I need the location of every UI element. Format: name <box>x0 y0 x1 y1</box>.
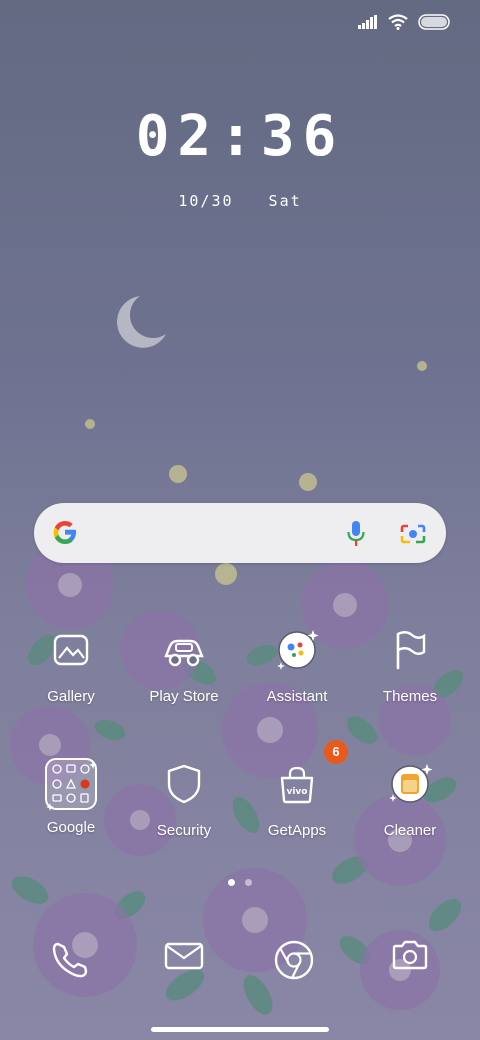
app-cleaner[interactable]: Cleaner <box>355 760 465 839</box>
google-folder-icon <box>45 758 97 811</box>
status-bar <box>358 14 450 30</box>
google-search-bar[interactable] <box>34 503 446 563</box>
mic-icon[interactable] <box>346 520 366 548</box>
lens-icon[interactable] <box>400 522 426 546</box>
app-play-store[interactable]: Play Store <box>129 626 239 705</box>
date-label: 10/30 <box>178 192 234 210</box>
dock-messages[interactable] <box>154 926 214 986</box>
clock-time[interactable]: 02:36 <box>0 104 480 169</box>
chrome-icon <box>274 940 314 980</box>
app-label: Google <box>46 819 96 836</box>
app-label: Assistant <box>266 688 328 705</box>
app-gallery[interactable]: Gallery <box>16 626 126 705</box>
security-icon <box>167 764 201 804</box>
clock-date: 10/30 Sat <box>0 192 480 210</box>
dock-browser[interactable] <box>264 930 324 990</box>
app-label: Cleaner <box>383 822 437 839</box>
app-assistant[interactable]: Assistant <box>242 626 352 705</box>
moon-decoration <box>117 296 166 348</box>
app-getapps[interactable]: vivo 6 GetApps <box>242 740 352 839</box>
weekday-label: Sat <box>268 192 302 210</box>
cleaner-icon <box>389 764 433 803</box>
app-themes[interactable]: Themes <box>355 626 465 705</box>
app-label: Themes <box>382 688 438 705</box>
app-label: Gallery <box>47 688 95 705</box>
app-label: Security <box>156 822 212 839</box>
assistant-icon <box>277 630 319 670</box>
page-dot <box>245 879 252 886</box>
wifi-icon <box>388 14 408 30</box>
page-indicator <box>228 879 252 886</box>
signal-icon <box>358 15 377 29</box>
camera-icon <box>392 940 428 970</box>
dock-camera[interactable] <box>380 926 440 986</box>
notification-badge: 6 <box>324 740 348 764</box>
home-indicator[interactable] <box>151 1027 329 1032</box>
themes-icon <box>396 631 426 670</box>
battery-icon <box>418 14 450 30</box>
dock-phone[interactable] <box>40 930 100 990</box>
phone-icon <box>52 942 88 978</box>
google-g-icon <box>53 521 76 544</box>
mail-icon <box>164 942 204 970</box>
play-store-icon <box>164 639 204 667</box>
getapps-icon: vivo <box>280 766 314 804</box>
folder-google[interactable]: Google <box>16 757 126 836</box>
app-security[interactable]: Security <box>129 760 239 839</box>
gallery-icon <box>53 634 89 666</box>
app-label: GetApps <box>267 822 327 839</box>
page-dot-active <box>228 879 235 886</box>
getapps-icon-text: vivo <box>286 787 307 797</box>
app-label: Play Store <box>149 688 219 705</box>
